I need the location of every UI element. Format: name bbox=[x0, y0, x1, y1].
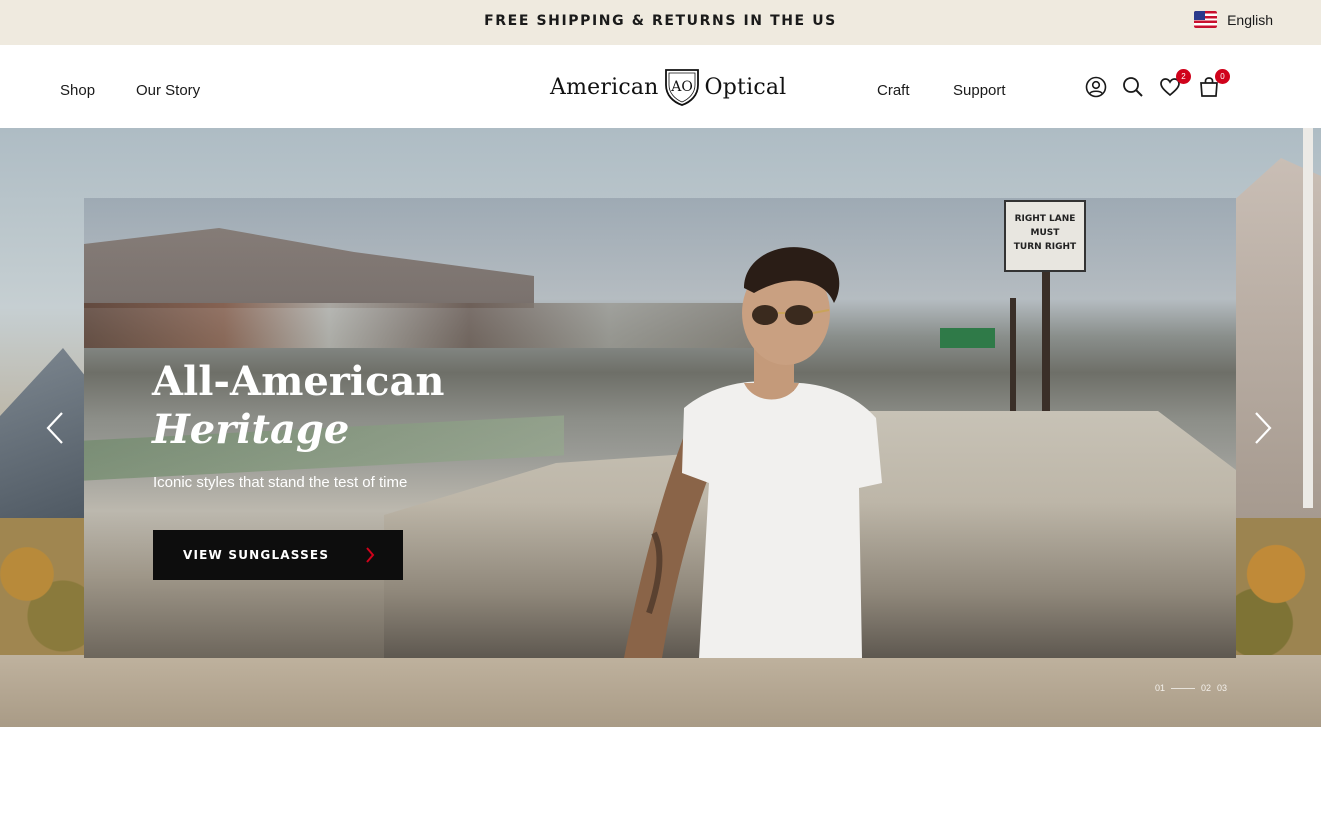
language-label: English bbox=[1227, 11, 1273, 28]
slide-road-sign: RIGHT LANE MUST TURN RIGHT bbox=[1004, 200, 1086, 272]
wishlist-button[interactable]: 2 bbox=[1158, 69, 1191, 99]
announcement-text: FREE SHIPPING & RETURNS IN THE US bbox=[484, 13, 837, 29]
hero-background-shrubs bbox=[0, 518, 90, 658]
nav-our-story[interactable]: Our Story bbox=[136, 82, 200, 99]
pager-item-1[interactable]: 01 bbox=[1155, 683, 1165, 693]
slide-model-figure bbox=[624, 247, 882, 658]
cart-button[interactable]: 0 bbox=[1197, 69, 1230, 99]
wishlist-count-badge: 2 bbox=[1176, 69, 1191, 84]
chevron-left-icon bbox=[46, 412, 63, 444]
slide-green-sign bbox=[940, 328, 995, 348]
carousel-prev-button[interactable] bbox=[44, 410, 66, 446]
view-sunglasses-button[interactable]: VIEW SUNGLASSES bbox=[153, 530, 403, 580]
pager-item-2[interactable]: 02 bbox=[1201, 683, 1211, 693]
hero-title-line2: Heritage bbox=[152, 406, 350, 453]
nav-craft[interactable]: Craft bbox=[877, 82, 910, 99]
site-header: Shop Our Story American AO Optical Craft… bbox=[0, 45, 1321, 128]
search-icon bbox=[1123, 77, 1143, 97]
search-button[interactable] bbox=[1121, 75, 1145, 99]
logo-word-right: Optical bbox=[704, 74, 787, 100]
carousel-next-button[interactable] bbox=[1252, 410, 1274, 446]
chevron-right-icon bbox=[1255, 412, 1272, 444]
hero-slide-image: RIGHT LANE MUST TURN RIGHT All-American bbox=[84, 198, 1236, 658]
hero-title-line1: All-American bbox=[152, 358, 445, 405]
view-sunglasses-label: VIEW SUNGLASSES bbox=[183, 548, 330, 562]
nav-support[interactable]: Support bbox=[953, 82, 1006, 99]
hero-background-windmill bbox=[1303, 128, 1313, 508]
logo-crest-icon: AO bbox=[664, 69, 699, 106]
chevron-right-icon bbox=[366, 547, 375, 563]
hero-carousel: RIGHT LANE MUST TURN RIGHT All-American bbox=[0, 128, 1321, 727]
us-flag-icon bbox=[1194, 11, 1218, 28]
hero-background-road bbox=[0, 655, 1321, 727]
logo-word-left: American bbox=[550, 74, 659, 100]
account-button[interactable] bbox=[1084, 75, 1108, 99]
slide-hills bbox=[84, 228, 534, 308]
nav-shop[interactable]: Shop bbox=[60, 82, 95, 99]
language-selector[interactable]: English bbox=[1194, 11, 1273, 28]
cart-count-badge: 0 bbox=[1215, 69, 1230, 84]
hero-background-shrubs-right bbox=[1231, 518, 1321, 658]
pager-item-3[interactable]: 03 bbox=[1217, 683, 1227, 693]
american-optical-logo[interactable]: American AO Optical bbox=[550, 67, 786, 107]
announcement-bar: FREE SHIPPING & RETURNS IN THE US Englis… bbox=[0, 0, 1321, 45]
hero-title: All-American Heritage bbox=[152, 358, 444, 454]
hero-subtitle: Iconic styles that stand the test of tim… bbox=[153, 474, 408, 491]
carousel-pagination: 01 02 03 bbox=[1155, 683, 1227, 693]
user-icon bbox=[1085, 76, 1107, 98]
svg-text:AO: AO bbox=[670, 79, 693, 95]
pager-progress-line bbox=[1171, 687, 1196, 689]
